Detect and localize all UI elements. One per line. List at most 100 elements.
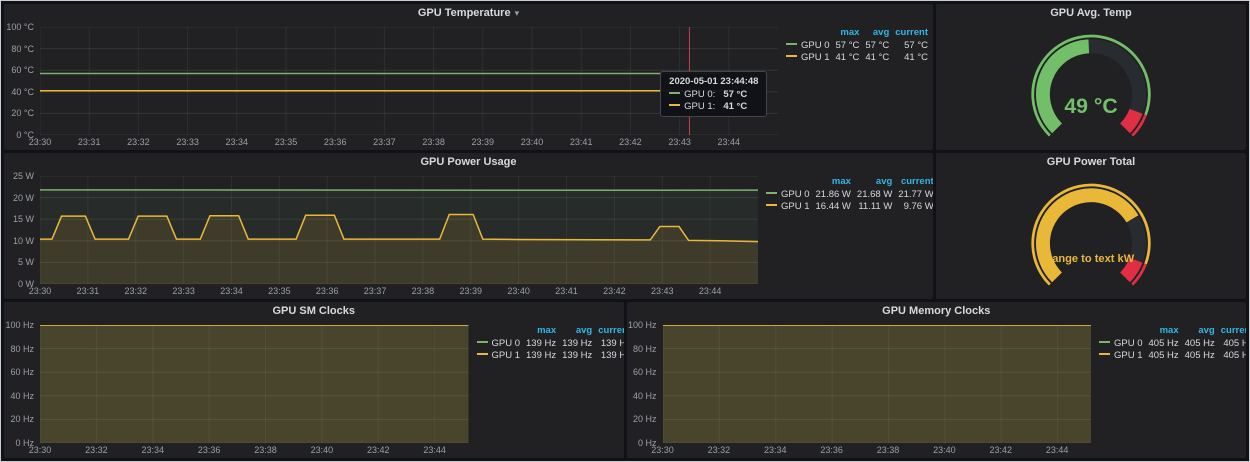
legend-value: 21.86 W: [813, 189, 854, 201]
legend-header-current[interactable]: current: [892, 27, 931, 40]
legend-header-avg[interactable]: avg: [854, 176, 895, 189]
gauge-value-text: range to text kW: [1048, 253, 1135, 265]
chart-plot-area[interactable]: [663, 325, 1092, 443]
gpu-memory-clocks-chart[interactable]: 0 Hz20 Hz40 Hz60 Hz80 Hz100 Hz 23:30 23:32…: [627, 320, 1097, 458]
panel-header-gpu-power-total[interactable]: GPU Power Total: [936, 153, 1246, 171]
panel-title[interactable]: GPU Memory Clocks: [882, 305, 990, 317]
dashboard-row-1: GPU Temperature ▾ 2020-05-01 23:44:48 GP…: [4, 4, 1246, 150]
legend-value: 57 °C: [833, 40, 863, 52]
legend-header-spacer: [1096, 325, 1146, 338]
panel-title[interactable]: GPU Power Total: [1047, 156, 1135, 168]
x-axis-tick: 23:42: [990, 445, 1013, 455]
x-axis-tick: 23:38: [254, 445, 277, 455]
tooltip-series-value: 57 °C: [723, 89, 747, 100]
panel-title[interactable]: GPU SM Clocks: [272, 305, 355, 317]
legend-header-current[interactable]: current: [1218, 325, 1246, 338]
legend-row: GPU 1405 Hz405 Hz405 Hz: [1096, 350, 1246, 362]
y-axis-tick: 60 °C: [11, 65, 34, 75]
y-axis-tick: 60 Hz: [633, 367, 657, 377]
panel-header-gpu-sm-clocks[interactable]: GPU SM Clocks: [4, 302, 624, 320]
y-axis-tick: 40 °C: [11, 87, 34, 97]
legend-header-spacer: [783, 27, 833, 40]
legend-series-name[interactable]: GPU 1: [1096, 350, 1146, 362]
panel-body: 0 Hz20 Hz40 Hz60 Hz80 Hz100 Hz23:3023:32…: [4, 320, 624, 458]
chart-plot-area[interactable]: [40, 325, 469, 443]
panel-header-gpu-power-usage[interactable]: GPU Power Usage: [4, 153, 933, 171]
legend-series-name[interactable]: GPU 0: [783, 40, 833, 52]
legend-row: GPU 1139 Hz139 Hz139 Hz: [474, 350, 624, 362]
y-axis-tick: 40 Hz: [10, 391, 34, 401]
series-swatch-icon: [786, 55, 797, 57]
legend-header-spacer: [474, 325, 524, 338]
x-axis-tick: 23:33: [176, 137, 199, 147]
legend-row: GPU 116.44 W11.11 W9.76 W: [763, 201, 933, 213]
panel-header-gpu-memory-clocks[interactable]: GPU Memory Clocks: [627, 302, 1247, 320]
legend-series-name[interactable]: GPU 0: [474, 338, 524, 350]
legend-header-current[interactable]: current: [895, 176, 933, 189]
grafana-dashboard: GPU Temperature ▾ 2020-05-01 23:44:48 GP…: [0, 0, 1250, 462]
legend-header-max[interactable]: max: [813, 176, 854, 189]
gpu-sm-clocks-chart[interactable]: 0 Hz20 Hz40 Hz60 Hz80 Hz100 Hz23:3023:32…: [4, 320, 474, 458]
y-axis-tick: 100 Hz: [628, 320, 657, 330]
x-axis-tick: 23:40: [521, 137, 544, 147]
panel-title[interactable]: GPU Avg. Temp: [1050, 7, 1132, 19]
x-axis-tick: 23:39: [460, 286, 483, 296]
x-axis-tick: 23:32: [708, 445, 731, 455]
x-axis-tick: 23:38: [412, 286, 435, 296]
x-axis-tick: 23:34: [226, 137, 249, 147]
legend-header-avg[interactable]: avg: [559, 325, 595, 338]
gpu-power-usage-chart[interactable]: 0 W5 W10 W15 W20 W25 W23:3023:3123:3223:…: [4, 171, 763, 299]
x-axis: 23:3023:3123:3223:3323:3423:3523:3623:37…: [40, 286, 758, 298]
gpu-temperature-chart[interactable]: 2020-05-01 23:44:48 GPU 0: 57 °C GPU 1: …: [4, 22, 783, 150]
gpu-avg-temp-gauge: 49 °C: [936, 22, 1246, 150]
x-axis-tick: 23:32: [85, 445, 108, 455]
x-axis-tick: 23:42: [367, 445, 390, 455]
x-axis: 23:3023:3223:3423:3623:3823:4023:4223:44: [40, 445, 469, 457]
chart-plot-area[interactable]: [40, 176, 758, 284]
legend-value: 16.44 W: [813, 201, 854, 213]
legend-series-name[interactable]: GPU 1: [763, 201, 813, 213]
legend-value: 21.77 W: [895, 189, 933, 201]
legend-value: 405 Hz: [1182, 338, 1218, 350]
legend-value: 405 Hz: [1218, 338, 1246, 350]
panel-header-gpu-temperature[interactable]: GPU Temperature ▾: [4, 4, 933, 22]
y-axis-tick: 10 W: [13, 236, 34, 246]
y-axis: 0 Hz20 Hz40 Hz60 Hz80 Hz100 Hz: [4, 325, 37, 443]
x-axis-tick: 23:34: [220, 286, 243, 296]
legend-series-name[interactable]: GPU 0: [763, 189, 813, 201]
panel-gpu-memory-clocks: GPU Memory Clocks 0 Hz20 Hz40 Hz60 Hz80 …: [627, 302, 1247, 458]
legend-header-current[interactable]: current: [595, 325, 623, 338]
legend-value: 41 °C: [833, 52, 863, 64]
y-axis: 0 °C20 °C40 °C60 °C80 °C100 °C: [4, 27, 37, 135]
legend-header-avg[interactable]: avg: [862, 27, 892, 40]
panel-gpu-power-total: GPU Power Total range to text kW: [936, 153, 1246, 299]
y-axis-tick: 20 Hz: [633, 414, 657, 424]
x-axis-tick: 23:32: [124, 286, 147, 296]
legend-row: GPU 0405 Hz405 Hz405 Hz: [1096, 338, 1246, 350]
panel-title[interactable]: GPU Power Usage: [421, 156, 517, 168]
y-axis: 0 Hz20 Hz40 Hz60 Hz80 Hz100 Hz: [627, 325, 660, 443]
legend-value: 139 Hz: [523, 338, 559, 350]
x-axis-tick: 23:40: [933, 445, 956, 455]
gpu-power-usage-legend: maxavgcurrentGPU 021.86 W21.68 W21.77 WG…: [763, 171, 933, 299]
legend-value: 57 °C: [892, 40, 931, 52]
legend-header-max[interactable]: max: [1146, 325, 1182, 338]
x-axis: 23:3023:3123:3223:3323:3423:3523:3623:37…: [40, 137, 778, 149]
legend-value: 139 Hz: [559, 350, 595, 362]
x-axis-tick: 23:30: [651, 445, 674, 455]
legend-series-name[interactable]: GPU 0: [1096, 338, 1146, 350]
x-axis-tick: 23:30: [29, 286, 52, 296]
panel-title[interactable]: GPU Temperature: [418, 7, 511, 19]
legend-series-name[interactable]: GPU 1: [783, 52, 833, 64]
x-axis-tick: 23:36: [324, 137, 347, 147]
legend-header-avg[interactable]: avg: [1182, 325, 1218, 338]
x-axis-tick: 23:34: [141, 445, 164, 455]
legend-header-max[interactable]: max: [523, 325, 559, 338]
panel-header-gpu-avg-temp[interactable]: GPU Avg. Temp: [936, 4, 1246, 22]
gauge-value-arc: [1043, 195, 1133, 277]
legend-header-spacer: [763, 176, 813, 189]
legend-row: GPU 057 °C57 °C57 °C: [783, 40, 931, 52]
legend-header-max[interactable]: max: [833, 27, 863, 40]
tooltip-series-value: 41 °C: [723, 101, 747, 112]
legend-series-name[interactable]: GPU 1: [474, 350, 524, 362]
